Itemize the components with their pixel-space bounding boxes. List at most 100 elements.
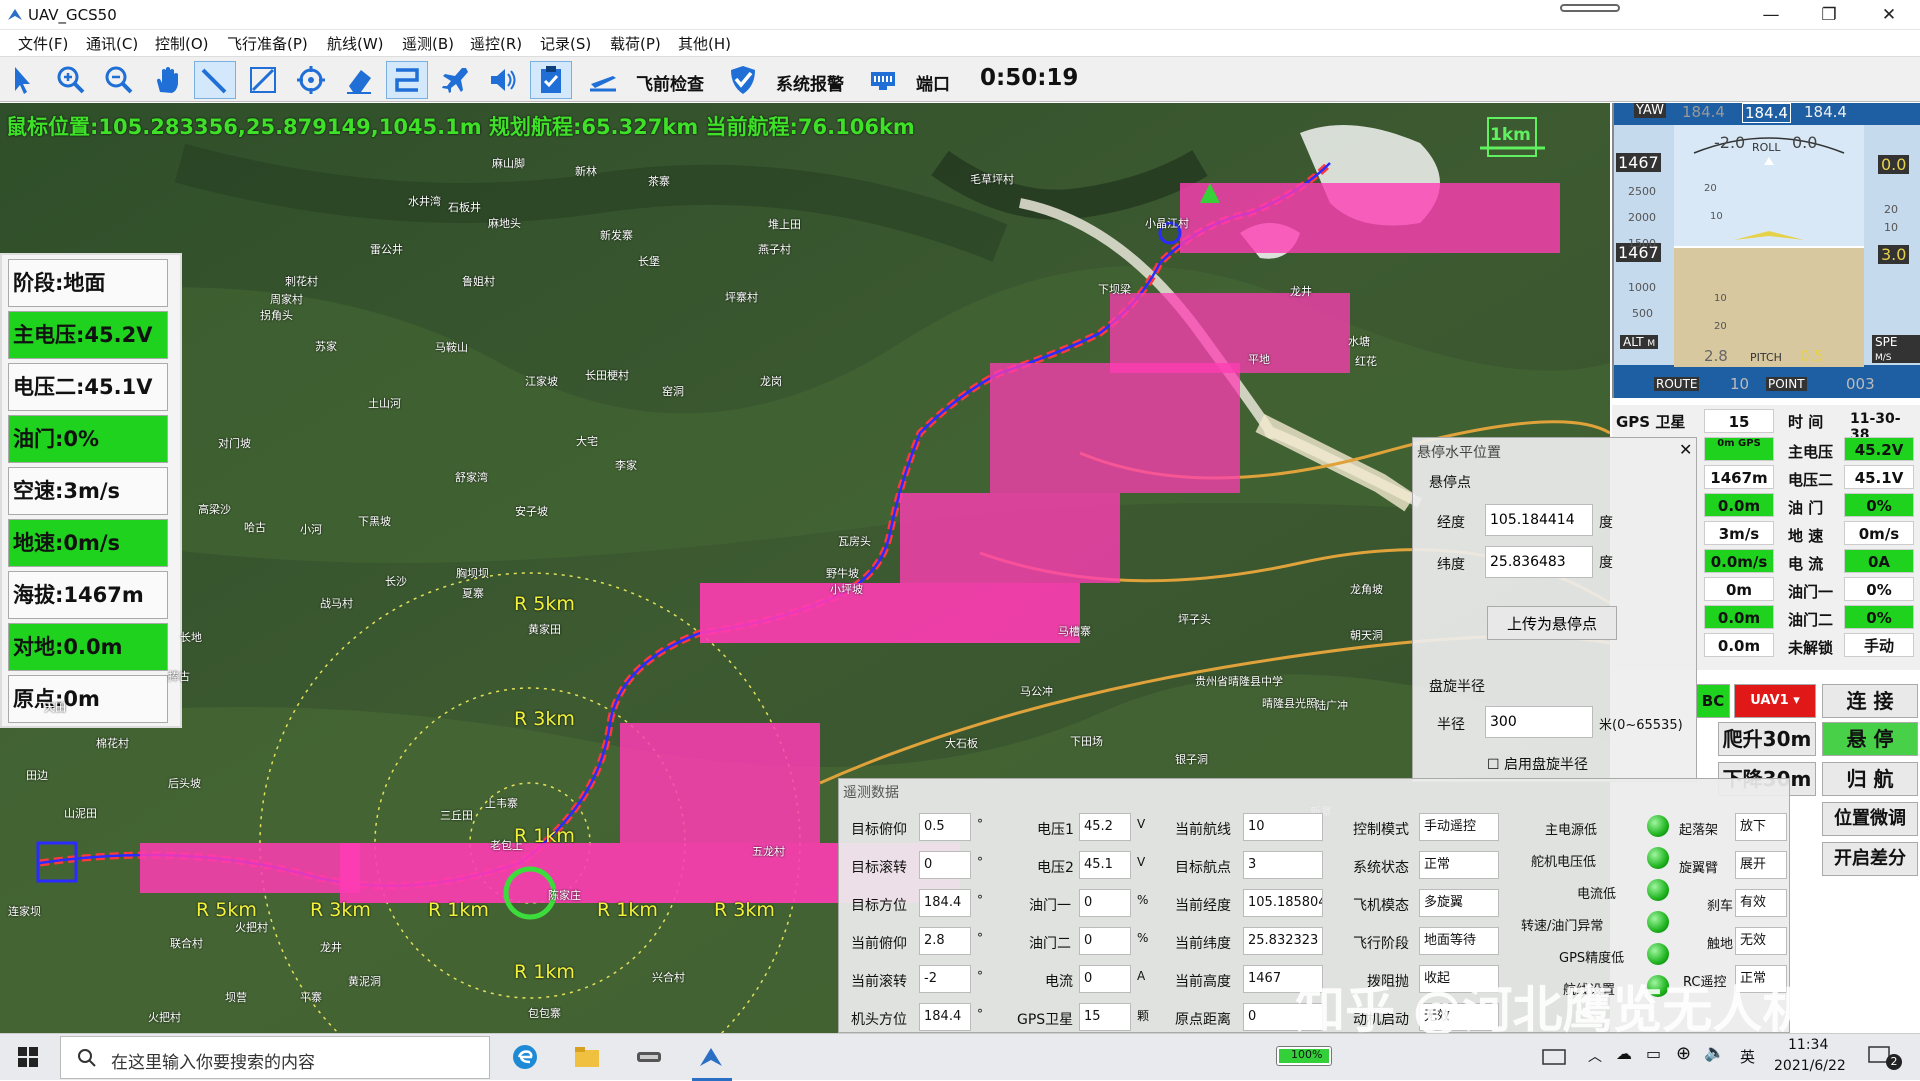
connect-button[interactable]: 连 接 bbox=[1822, 684, 1918, 718]
menu-comm[interactable]: 通讯(C) bbox=[86, 33, 138, 54]
alt-tick: 500 bbox=[1632, 307, 1653, 320]
cloud-icon[interactable]: ☁ bbox=[1616, 1044, 1632, 1063]
lat-input[interactable] bbox=[1485, 546, 1593, 578]
status-led bbox=[1647, 879, 1669, 901]
close-button[interactable]: ✕ bbox=[1866, 2, 1912, 28]
center-button[interactable] bbox=[290, 61, 332, 99]
menu-bar: 文件(F) 通讯(C) 控制(O) 飞行准备(P) 航线(W) 遥测(B) 遥控… bbox=[0, 30, 1920, 56]
pointer-tool-button[interactable] bbox=[2, 61, 44, 99]
system-alarm-icon-button[interactable] bbox=[722, 61, 764, 99]
radius-input[interactable] bbox=[1485, 706, 1593, 738]
unit: ° bbox=[977, 931, 983, 945]
battery-indicator: 100% bbox=[1276, 1046, 1332, 1066]
agl-value: 对地:0.0m bbox=[13, 635, 123, 659]
zoom-in-button[interactable] bbox=[50, 61, 92, 99]
throttle-info: 0% bbox=[1844, 493, 1914, 517]
sound-button[interactable] bbox=[482, 61, 524, 99]
system-status-value: 正常 bbox=[1419, 851, 1499, 879]
throttle2-label: 油门二 bbox=[1788, 611, 1834, 629]
range-ring-label: R 5km bbox=[514, 593, 575, 615]
clock-date[interactable]: 2021/6/22 bbox=[1774, 1058, 1846, 1074]
map-place-label: 黄家田 bbox=[528, 623, 561, 636]
current-lon-value: 105.185804 bbox=[1243, 889, 1323, 917]
speed-tick: 10 bbox=[1884, 221, 1898, 234]
map-place-label: 高梁沙 bbox=[198, 503, 231, 516]
map-place-label: 贵州省晴隆县中学 bbox=[1195, 675, 1283, 688]
taskbar-search[interactable]: 在这里输入你要搜索的内容 bbox=[60, 1036, 490, 1079]
menu-control[interactable]: 控制(O) bbox=[155, 33, 209, 54]
map-place-label: 黄泥洞 bbox=[348, 975, 381, 988]
flight-button[interactable] bbox=[434, 61, 476, 99]
clock-time[interactable]: 11:34 bbox=[1788, 1037, 1828, 1053]
map-place-label: 山泥田 bbox=[64, 807, 97, 820]
upload-hover-point-button[interactable]: 上传为悬停点 bbox=[1487, 606, 1617, 640]
menu-payload[interactable]: 载荷(P) bbox=[610, 33, 661, 54]
climb-30m-button[interactable]: 爬升30m bbox=[1718, 722, 1816, 756]
zoom-out-button[interactable] bbox=[98, 61, 140, 99]
preflight-check-icon-button[interactable] bbox=[582, 61, 624, 99]
waypoint-tool-button[interactable] bbox=[242, 61, 284, 99]
checklist-button[interactable] bbox=[530, 61, 572, 99]
minimize-button[interactable]: — bbox=[1748, 2, 1794, 28]
eraser-icon bbox=[347, 70, 371, 94]
edge-browser-icon[interactable] bbox=[510, 1042, 540, 1072]
menu-file[interactable]: 文件(F) bbox=[18, 33, 68, 54]
menu-other[interactable]: 其他(H) bbox=[678, 33, 731, 54]
attitude-hud: YAW 184.4 184.4 184.4 -2.0 ROLL 0.0 1467… bbox=[1612, 103, 1920, 398]
enable-radius-checkbox[interactable]: ☐ 启用盘旋半径 bbox=[1487, 754, 1588, 774]
map-place-label: 毛草坪村 bbox=[970, 173, 1014, 186]
menu-preflight[interactable]: 飞行准备(P) bbox=[227, 33, 308, 54]
port-button[interactable]: 端口 bbox=[916, 70, 950, 95]
longitudinal-info-value: 0.0m bbox=[1704, 605, 1774, 629]
menu-remote[interactable]: 遥控(R) bbox=[470, 33, 522, 54]
drag-handle[interactable] bbox=[1560, 4, 1620, 12]
system-alarm-button[interactable]: 系统报警 bbox=[776, 70, 844, 95]
radius-label: 半径 bbox=[1437, 717, 1465, 733]
preflight-check-button[interactable]: 飞前检查 bbox=[636, 70, 704, 95]
app-icon[interactable] bbox=[634, 1042, 664, 1072]
route-icon bbox=[395, 68, 419, 92]
gcs-app-icon[interactable] bbox=[696, 1042, 726, 1072]
uav-select[interactable]: UAV1 ▾ bbox=[1734, 684, 1816, 718]
enable-differential-button[interactable]: 开启差分 bbox=[1822, 842, 1918, 876]
tray-overflow-icon[interactable]: ︿ bbox=[1588, 1046, 1602, 1066]
map-place-label: 窑洞 bbox=[662, 385, 684, 398]
map-place-label: 田边 bbox=[26, 769, 48, 782]
target-heading-label: 目标方位 bbox=[851, 898, 907, 914]
lon-input[interactable] bbox=[1485, 504, 1593, 536]
map-place-label: 坝营 bbox=[225, 991, 247, 1004]
hover-button[interactable]: 悬 停 bbox=[1822, 722, 1918, 756]
keyboard-icon[interactable] bbox=[1542, 1048, 1566, 1066]
menu-record[interactable]: 记录(S) bbox=[540, 33, 591, 54]
position-fine-tune-button[interactable]: 位置微调 bbox=[1822, 802, 1918, 836]
ime-indicator[interactable]: 英 bbox=[1740, 1046, 1755, 1067]
windows-start-icon[interactable] bbox=[18, 1047, 38, 1067]
erase-button[interactable] bbox=[338, 61, 380, 99]
network-icon[interactable]: ▭ bbox=[1646, 1044, 1661, 1063]
map-place-label: 长地 bbox=[180, 631, 202, 644]
arm-label: 未解锁 bbox=[1788, 639, 1834, 657]
map-place-label: 下坝梁 bbox=[1098, 283, 1131, 296]
return-home-button[interactable]: 归 航 bbox=[1822, 762, 1918, 796]
menu-route[interactable]: 航线(W) bbox=[327, 33, 384, 54]
menu-telemetry[interactable]: 遥测(B) bbox=[402, 33, 454, 54]
file-explorer-icon[interactable] bbox=[572, 1042, 602, 1072]
range-ring-label: R 1km bbox=[428, 899, 489, 921]
hand-icon bbox=[157, 67, 178, 93]
port-icon-button[interactable] bbox=[862, 61, 904, 99]
route-button[interactable] bbox=[386, 61, 428, 99]
pan-button[interactable] bbox=[146, 61, 188, 99]
gps-precision-value: 0m GPS bbox=[1704, 437, 1774, 461]
map-place-label: 小河 bbox=[300, 523, 322, 536]
unit: 颗 bbox=[1137, 1009, 1150, 1023]
dialog-close-icon[interactable]: ✕ bbox=[1679, 440, 1692, 459]
altitude-value: 海拔:1467m bbox=[13, 583, 144, 607]
unit: % bbox=[1137, 931, 1149, 945]
volume-icon[interactable]: 🔈 bbox=[1704, 1043, 1725, 1063]
map-place-label: 上韦寨 bbox=[485, 797, 518, 810]
maximize-button[interactable]: ❐ bbox=[1806, 2, 1852, 28]
globe-icon[interactable]: ⊕ bbox=[1676, 1043, 1691, 1064]
target-roll-label: 目标滚转 bbox=[851, 860, 907, 876]
map-place-label: 野牛坡 bbox=[826, 567, 859, 580]
measure-button[interactable] bbox=[194, 61, 236, 99]
